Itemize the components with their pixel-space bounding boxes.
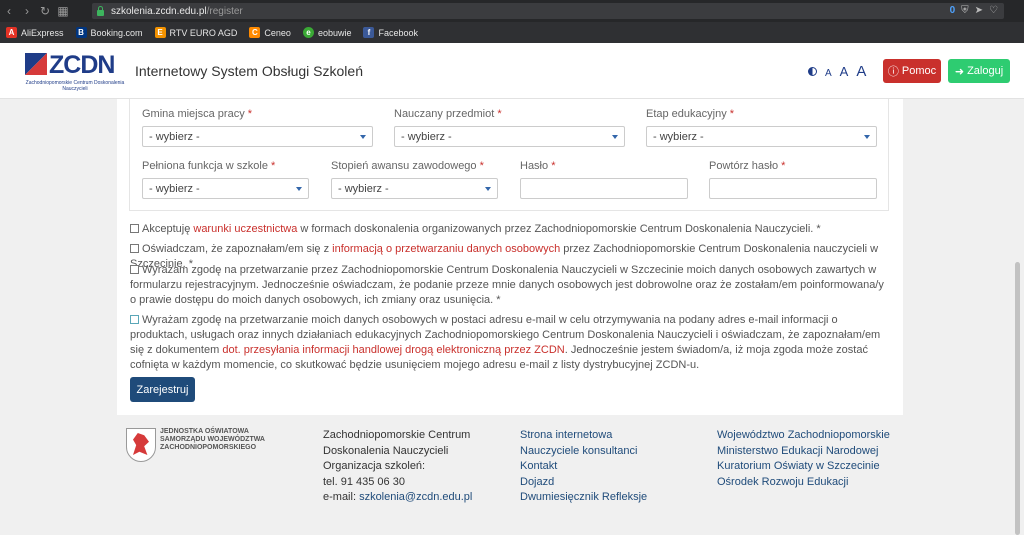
bookmark-label: Booking.com — [90, 27, 143, 38]
forward-icon[interactable]: › — [18, 0, 36, 22]
tracker-count-badge[interactable]: 0 — [950, 5, 956, 16]
bookmark-rtv-euro[interactable]: E RTV EURO AGD — [154, 27, 238, 38]
privacy-info-link[interactable]: informacją o przetwarzaniu danych osobow… — [332, 243, 560, 255]
url-domain: szkolenia.zcdn.edu.pl — [111, 5, 207, 17]
repeat-password-input[interactable] — [709, 178, 877, 199]
aliexpress-icon: A — [6, 27, 17, 38]
region-emblem-icon — [126, 428, 156, 462]
bookmark-label: eobuwie — [317, 27, 352, 38]
password-input[interactable] — [520, 178, 688, 199]
etap-select[interactable]: - wybierz - — [646, 126, 877, 147]
footer-link-ore[interactable]: Ośrodek Rozwoju Edukacji — [717, 475, 890, 491]
accessibility-controls: A A A — [808, 63, 866, 80]
etap-label: Etap edukacyjny * — [646, 108, 735, 120]
footer-link-directions[interactable]: Dojazd — [520, 475, 647, 491]
footer-email-link[interactable]: szkolenia@zcdn.edu.pl — [359, 491, 472, 503]
funkcja-select[interactable]: - wybierz - — [142, 178, 309, 199]
footer-link-voivodeship[interactable]: Województwo Zachodniopomorskie — [717, 428, 890, 444]
register-button[interactable]: Zarejestruj — [130, 377, 195, 402]
contrast-icon[interactable] — [808, 67, 817, 76]
footer-link-ministry[interactable]: Ministerstwo Edukacji Narodowej — [717, 444, 890, 460]
zcdn-logo[interactable]: ZCDN Zachodniopomorskie Centrum Doskonal… — [25, 51, 124, 93]
footer-links-external: Województwo Zachodniopomorskie Ministers… — [717, 428, 890, 490]
logo-subtitle: Zachodniopomorskie Centrum Doskonalenia … — [25, 80, 125, 92]
przedmiot-select[interactable]: - wybierz - — [394, 126, 625, 147]
rtv-euro-icon: E — [154, 27, 166, 38]
footer-link-consultants[interactable]: Nauczyciele konsultanci — [520, 444, 647, 460]
send-icon[interactable]: ➤ — [975, 5, 983, 16]
gmina-select[interactable]: - wybierz - — [142, 126, 373, 147]
ceneo-icon: C — [249, 27, 261, 38]
help-button-label: Pomoc — [901, 65, 937, 77]
heart-icon[interactable]: ♡ — [989, 5, 998, 16]
marketing-doc-link[interactable]: dot. przesyłania informacji handlowej dr… — [222, 344, 564, 356]
bookmark-ceneo[interactable]: C Ceneo — [249, 27, 291, 38]
chevron-down-icon — [485, 187, 491, 191]
chevron-down-icon — [360, 135, 366, 139]
consent-privacy-checkbox[interactable] — [130, 244, 139, 253]
bookmark-label: RTV EURO AGD — [169, 27, 238, 38]
question-circle-icon: ⓘ — [887, 66, 899, 78]
shield-icon[interactable]: ⛨ — [961, 5, 969, 16]
footer-links-main: Strona internetowa Nauczyciele konsultan… — [520, 428, 647, 506]
bookmark-label: AliExpress — [21, 27, 64, 38]
font-size-large-button[interactable]: A — [856, 63, 866, 80]
eobuwie-icon: e — [302, 27, 314, 38]
funkcja-label: Pełniona funkcja w szkole * — [142, 160, 276, 172]
font-size-small-button[interactable]: A — [825, 68, 832, 79]
bookmark-booking[interactable]: B Booking.com — [75, 27, 143, 38]
consent-marketing-checkbox[interactable] — [130, 315, 139, 324]
stopien-label: Stopień awansu zawodowego * — [331, 160, 484, 172]
site-title: Internetowy System Obsługi Szkoleń — [135, 63, 363, 79]
footer-link-kuratorium[interactable]: Kuratorium Oświaty w Szczecinie — [717, 459, 890, 475]
bookmark-aliexpress[interactable]: A AliExpress — [6, 27, 64, 38]
footer-link-contact[interactable]: Kontakt — [520, 459, 647, 475]
consent-data-processing: Wyrażam zgodę na przetwarzanie przez Zac… — [130, 264, 884, 306]
bookmark-label: Ceneo — [264, 27, 291, 38]
chevron-down-icon — [296, 187, 302, 191]
consent-terms-checkbox[interactable] — [130, 224, 139, 233]
url-path: /register — [206, 5, 243, 17]
booking-icon: B — [75, 27, 87, 38]
consent-terms: Akceptuję warunki uczestnictwa w formach… — [130, 222, 885, 237]
help-button[interactable]: ⓘ Pomoc — [883, 59, 941, 83]
footer-address: Zachodniopomorskie Centrum Doskonalenia … — [323, 429, 473, 503]
logo-text: ZCDN — [49, 51, 115, 79]
footer-link-refleksje[interactable]: Dwumiesięcznik Refleksje — [520, 490, 647, 506]
chevron-down-icon — [864, 135, 870, 139]
bookmark-facebook[interactable]: f Facebook — [363, 27, 418, 38]
scrollbar-thumb[interactable] — [1015, 262, 1020, 535]
footer-organization: JEDNOSTKA OŚWIATOWA SAMORZĄDU WOJEWÓDZTW… — [160, 428, 265, 451]
stopien-select[interactable]: - wybierz - — [331, 178, 498, 199]
lock-icon — [96, 6, 105, 16]
site-header: ZCDN Zachodniopomorskie Centrum Doskonal… — [0, 43, 1024, 99]
chevron-down-icon — [612, 135, 618, 139]
bookmark-label: Facebook — [378, 27, 418, 38]
gmina-label: Gmina miejsca pracy * — [142, 108, 253, 120]
tabs-grid-icon[interactable]: ▦ — [54, 0, 72, 22]
repeat-password-label: Powtórz hasło * — [709, 160, 786, 172]
facebook-icon: f — [363, 27, 375, 38]
password-label: Hasło * — [520, 160, 556, 172]
footer-link-website[interactable]: Strona internetowa — [520, 428, 647, 444]
terms-link[interactable]: warunki uczestnictwa — [193, 223, 297, 235]
login-button-label: Zaloguj — [967, 65, 1004, 77]
login-button[interactable]: ➜ Zaloguj — [948, 59, 1010, 83]
font-size-medium-button[interactable]: A — [840, 64, 849, 79]
bookmark-eobuwie[interactable]: e eobuwie — [302, 27, 352, 38]
address-bar[interactable]: szkolenia.zcdn.edu.pl /register 0 ⛨ ➤ ♡ — [92, 3, 1004, 19]
consent-marketing: Wyrażam zgodę na przetwarzanie moich dan… — [130, 314, 881, 371]
bookmarks-bar: A AliExpress B Booking.com E RTV EURO AG… — [0, 22, 1024, 43]
reload-icon[interactable]: ↻ — [36, 0, 54, 22]
back-icon[interactable]: ‹ — [0, 0, 18, 22]
przedmiot-label: Nauczany przedmiot * — [394, 108, 502, 120]
browser-toolbar: ‹ › ↻ ▦ szkolenia.zcdn.edu.pl /register … — [0, 0, 1024, 22]
consent-data-processing-checkbox[interactable] — [130, 265, 139, 274]
sign-in-icon: ➜ — [954, 65, 965, 78]
